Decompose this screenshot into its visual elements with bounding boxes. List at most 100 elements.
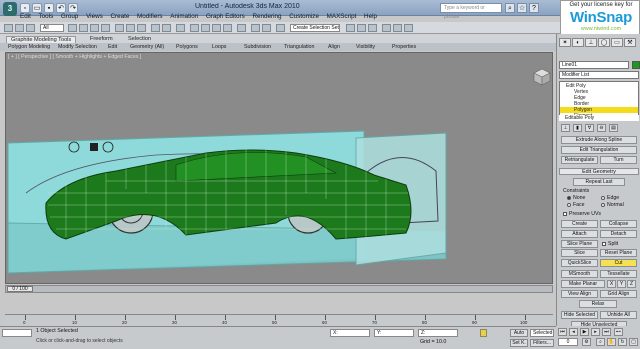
quickslice-button[interactable]: QuickSlice (561, 259, 598, 267)
menu-customize[interactable]: Customize (289, 13, 319, 20)
menu-tools[interactable]: Tools (39, 13, 54, 20)
unhide-all-button[interactable]: Unhide All (600, 311, 637, 319)
search-icon[interactable]: ⌕ (505, 3, 515, 13)
hierarchy-tab-icon[interactable]: ⊥ (585, 38, 597, 47)
maxscript-listener-field[interactable] (2, 329, 32, 337)
ribbon-edit[interactable]: Edit (108, 44, 117, 50)
tab-selection[interactable]: Selection (124, 36, 155, 43)
previous-frame-icon[interactable]: ◂ (569, 328, 578, 336)
msmooth-button[interactable]: MSmooth (561, 270, 598, 278)
reference-coord-icon[interactable] (151, 24, 160, 32)
planar-y-button[interactable]: Y (617, 280, 626, 288)
undo-icon[interactable]: ↶ (56, 3, 66, 13)
angle-snap-icon[interactable] (201, 24, 210, 32)
retriangulate-button[interactable]: Retriangulate (561, 156, 598, 164)
snaps-toggle-icon[interactable] (190, 24, 199, 32)
pin-stack-icon[interactable]: ⊥ (561, 124, 570, 132)
material-editor-icon[interactable] (368, 24, 377, 32)
slice-button[interactable]: Slice (561, 249, 598, 257)
ribbon-triangulation[interactable]: Triangulation (284, 44, 314, 50)
current-frame-field[interactable]: 0 (558, 338, 578, 346)
unlink-icon[interactable] (26, 24, 35, 32)
tessellate-button[interactable]: Tessellate (600, 270, 637, 278)
edit-triangulation-button[interactable]: Edit Triangulation (561, 146, 637, 154)
collapse-button[interactable]: Collapse (600, 220, 637, 228)
move-icon[interactable] (115, 24, 124, 32)
orbit-icon[interactable]: ↻ (618, 338, 627, 346)
ribbon-modify-selection[interactable]: Modify Selection (58, 44, 97, 50)
split-checkbox[interactable]: Split (602, 241, 618, 247)
show-end-result-icon[interactable]: ▮ (573, 124, 582, 132)
app-logo-icon[interactable]: 3 (3, 2, 17, 16)
select-by-name-icon[interactable] (79, 24, 88, 32)
help-icon[interactable]: ? (529, 3, 539, 13)
menu-views[interactable]: Views (86, 13, 103, 20)
preserve-uvs-checkbox[interactable]: Preserve UVs (563, 211, 601, 217)
create-button[interactable]: Create (561, 220, 598, 228)
play-icon[interactable]: ▶ (580, 328, 589, 336)
menu-edit[interactable]: Edit (20, 13, 31, 20)
rotate-icon[interactable] (126, 24, 135, 32)
attach-button[interactable]: Attach (561, 230, 598, 238)
y-coordinate-field[interactable]: Y: (374, 329, 414, 337)
track-bar[interactable]: 0 10 20 30 40 50 60 70 80 90 100 (5, 314, 553, 326)
align-icon[interactable] (262, 24, 271, 32)
object-name-field[interactable]: Line01 (559, 61, 629, 69)
hide-selected-button[interactable]: Hide Selected (561, 311, 598, 319)
ribbon-polygons[interactable]: Polygons (176, 44, 198, 50)
open-file-icon[interactable]: ▭ (32, 3, 42, 13)
curve-editor-icon[interactable] (346, 24, 355, 32)
menu-animation[interactable]: Animation (170, 13, 198, 20)
winsnap-url-link[interactable]: www.ntwind.com (565, 26, 637, 32)
key-filters-button[interactable]: Filters... (530, 339, 554, 347)
ribbon-subdivision[interactable]: Subdivision (244, 44, 271, 50)
viewcube-icon[interactable] (532, 67, 552, 87)
select-object-icon[interactable] (68, 24, 77, 32)
new-file-icon[interactable]: ▫ (20, 3, 30, 13)
extrude-along-spline-button[interactable]: Extrude Along Spline (561, 136, 637, 144)
grid-align-button[interactable]: Grid Align (600, 290, 637, 298)
pivot-center-icon[interactable] (162, 24, 171, 32)
motion-tab-icon[interactable]: ◯ (598, 38, 610, 47)
x-coordinate-field[interactable]: X: (330, 329, 370, 337)
configure-sets-icon[interactable]: ▤ (609, 124, 618, 132)
make-unique-icon[interactable]: ∀ (585, 124, 594, 132)
edit-geometry-rollout[interactable]: Edit Geometry (559, 168, 639, 175)
ribbon-properties[interactable]: Properties (392, 44, 416, 50)
slice-plane-button[interactable]: Slice Plane (561, 240, 598, 248)
object-color-swatch[interactable] (632, 61, 640, 69)
detach-button[interactable]: Detach (600, 230, 637, 238)
render-setup-icon[interactable] (382, 24, 391, 32)
constraint-edge-radio[interactable]: Edge (601, 195, 619, 201)
save-file-icon[interactable]: ▪ (44, 3, 54, 13)
tab-freeform[interactable]: Freeform (86, 36, 117, 43)
modifier-list-dropdown[interactable]: Modifier List (559, 71, 639, 79)
key-mode-icon[interactable]: ⊷ (614, 328, 623, 336)
repeat-last-button[interactable]: Repeat Last (573, 178, 625, 186)
menu-help[interactable]: Help (364, 13, 377, 20)
search-input[interactable]: Type a keyword or phrase (440, 3, 502, 20)
menu-rendering[interactable]: Rendering (252, 13, 281, 20)
set-key-button[interactable]: Set K. (510, 339, 528, 347)
redo-icon[interactable]: ↷ (68, 3, 78, 13)
link-icon[interactable] (15, 24, 24, 32)
percent-snap-icon[interactable] (212, 24, 221, 32)
modify-tab-icon[interactable]: ◐ (572, 38, 584, 47)
named-selection-dropdown[interactable]: Create Selection Set (290, 24, 340, 32)
selection-lock-icon[interactable] (480, 329, 487, 337)
constraint-face-radio[interactable]: Face (567, 202, 585, 208)
menu-create[interactable]: Create (110, 13, 129, 20)
edit-named-selection-icon[interactable] (237, 24, 246, 32)
tab-graphite-modeling-tools[interactable]: Graphite Modeling Tools (6, 36, 77, 43)
view-align-button[interactable]: View Align (561, 290, 598, 298)
ribbon-loops[interactable]: Loops (212, 44, 226, 50)
next-frame-icon[interactable]: ▸ (591, 328, 600, 336)
relax-button[interactable]: Relax (579, 300, 617, 308)
make-planar-button[interactable]: Make Planar (561, 280, 605, 288)
time-config-icon[interactable]: ⚙ (582, 338, 591, 346)
rect-selection-icon[interactable] (90, 24, 99, 32)
create-tab-icon[interactable]: ✶ (559, 38, 571, 47)
remove-modifier-icon[interactable]: ⊖ (597, 124, 606, 132)
ribbon-polygon-modeling[interactable]: Polygon Modeling (8, 44, 50, 50)
ribbon-align[interactable]: Align (328, 44, 340, 50)
